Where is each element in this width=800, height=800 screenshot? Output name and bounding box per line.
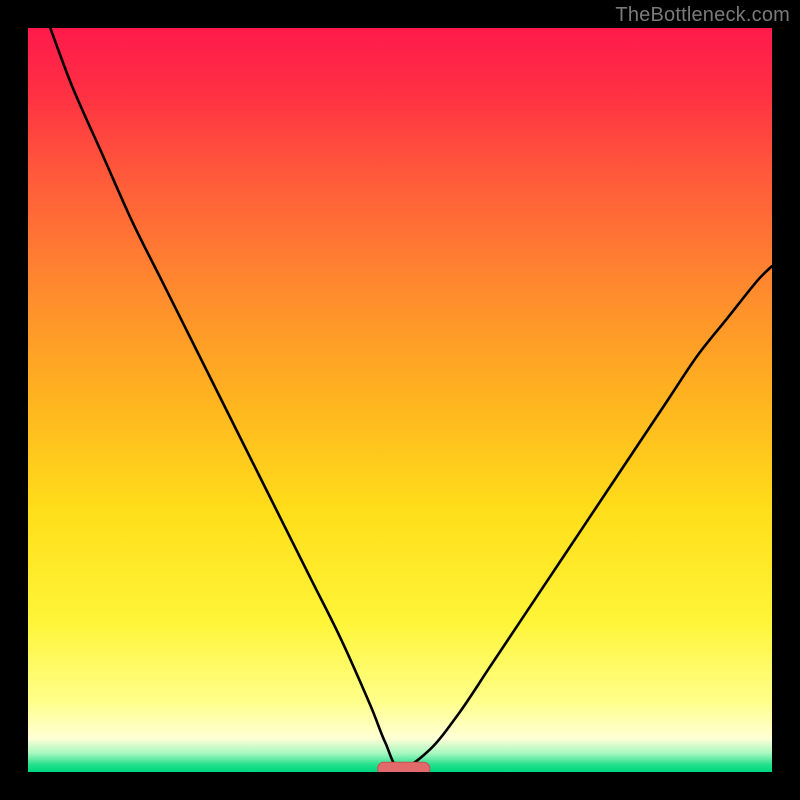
gradient-background bbox=[28, 28, 772, 772]
bottleneck-chart bbox=[0, 0, 800, 800]
watermark-text: TheBottleneck.com bbox=[615, 4, 790, 27]
chart-stage: TheBottleneck.com bbox=[0, 0, 800, 800]
